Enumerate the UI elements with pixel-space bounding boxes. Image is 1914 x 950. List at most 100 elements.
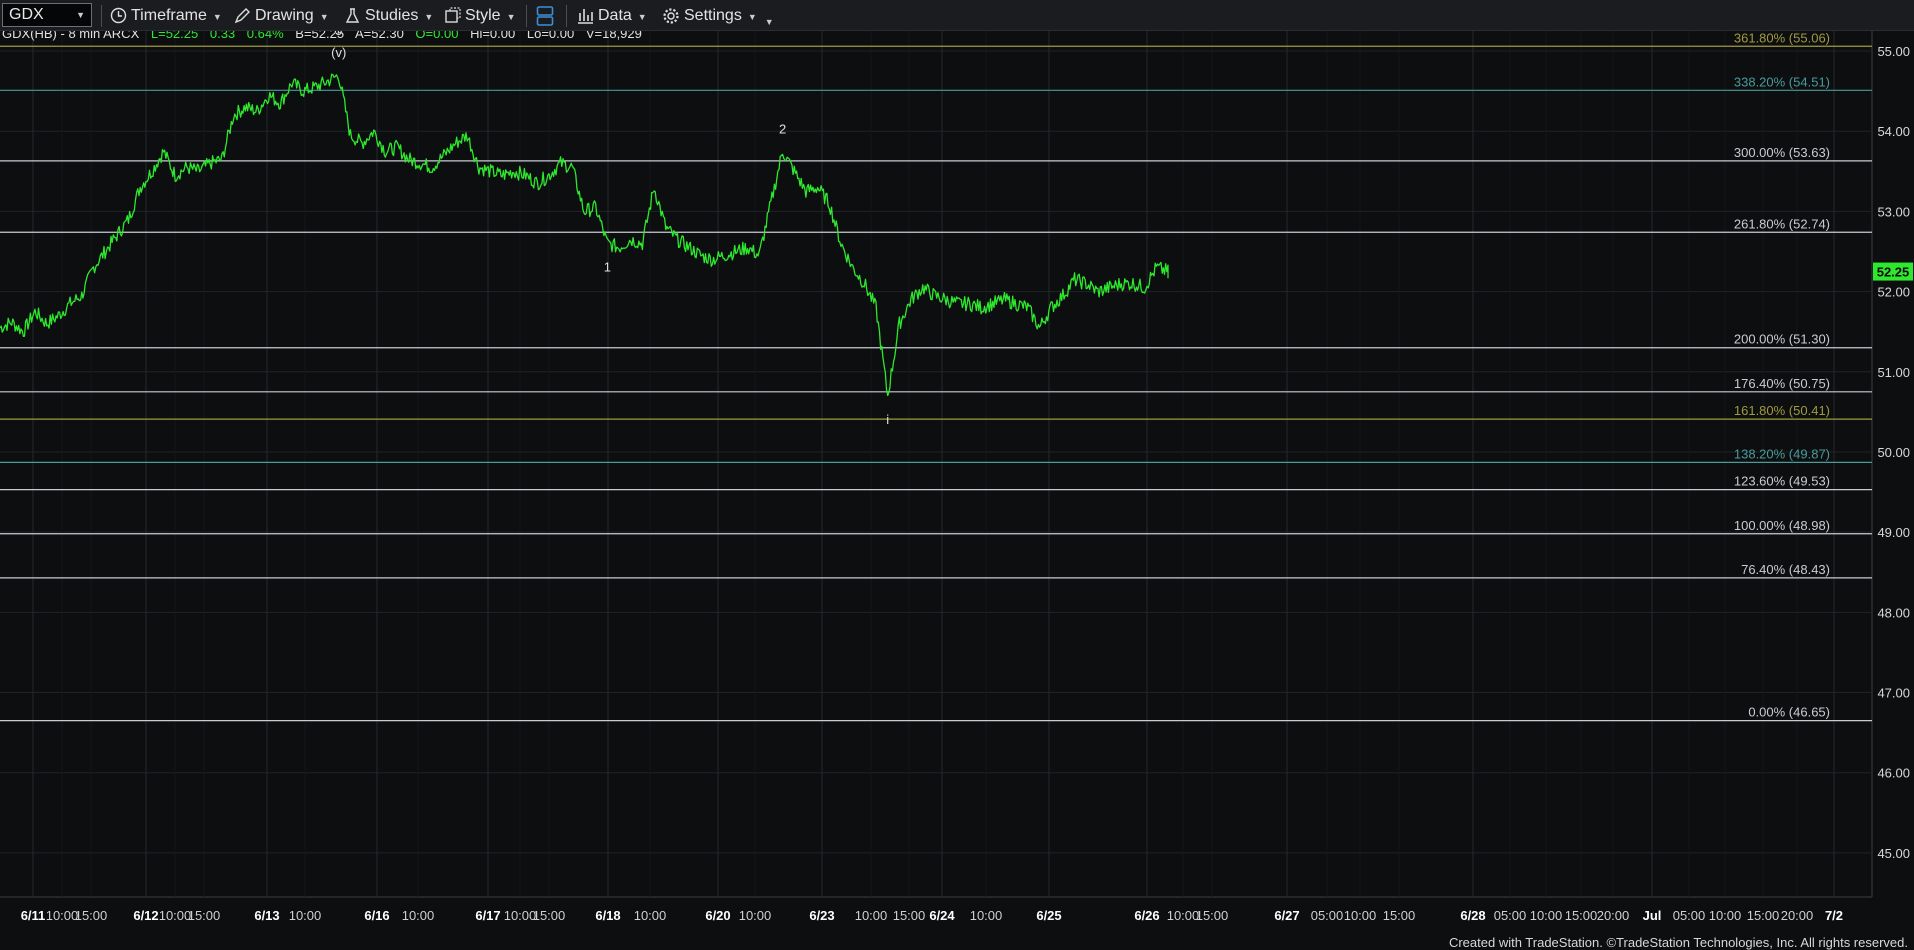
x-tick-label: 15:00 bbox=[75, 908, 108, 923]
flask-icon bbox=[345, 8, 360, 23]
y-tick-label: 46.00 bbox=[1877, 766, 1910, 781]
x-tick-label: 10:00 bbox=[1344, 908, 1377, 923]
x-tick-label: 6/28 bbox=[1460, 908, 1485, 923]
chevron-down-icon: ▼ bbox=[747, 12, 757, 22]
quote-bid: B=52.25 bbox=[295, 31, 344, 41]
x-tick-label: 15:00 bbox=[1565, 908, 1598, 923]
x-tick-label: 6/27 bbox=[1274, 908, 1299, 923]
wave-label: 2 bbox=[779, 121, 786, 136]
y-tick-label: 52.00 bbox=[1877, 285, 1910, 300]
fib-level-label: 338.20% (54.51) bbox=[1734, 74, 1830, 89]
x-tick-label: 6/17 bbox=[475, 908, 500, 923]
fib-level-label: 300.00% (53.63) bbox=[1734, 145, 1830, 160]
quote-ask: A=52.30 bbox=[355, 31, 404, 41]
x-tick-label: 10:00 bbox=[159, 908, 192, 923]
x-tick-label: 7/2 bbox=[1825, 908, 1843, 923]
x-tick-label: 6/13 bbox=[254, 908, 279, 923]
layout-button[interactable] bbox=[536, 0, 558, 31]
style-label: Style bbox=[465, 7, 501, 24]
svg-text:GDX(HB) - 8 min ARCX L=: GDX(HB) - 8 min ARCX L=52.25 0.33 0.64% … bbox=[2, 31, 642, 41]
y-tick-label: 49.00 bbox=[1877, 525, 1910, 540]
quote-volume: V=18,929 bbox=[586, 31, 642, 41]
x-tick-label: 10:00 bbox=[634, 908, 667, 923]
price-chart[interactable]: 361.80% (55.06) 338.20% (54.51) 300.00% (5… bbox=[0, 31, 1914, 950]
quote-lo: Lo=0.00 bbox=[527, 31, 574, 41]
x-tick-label: 15:00 bbox=[1196, 908, 1229, 923]
data-button[interactable]: Data ▼ bbox=[577, 0, 647, 31]
quote-open: O=0.00 bbox=[415, 31, 458, 41]
drawing-label: Drawing bbox=[255, 7, 314, 24]
x-tick-label: Jul bbox=[1643, 908, 1662, 923]
separator bbox=[526, 5, 527, 27]
x-tick-label: 6/16 bbox=[364, 908, 389, 923]
y-tick-label: 53.00 bbox=[1877, 204, 1910, 219]
x-tick-label: 20:00 bbox=[1781, 908, 1814, 923]
x-tick-label: 6/11 bbox=[21, 908, 46, 923]
quote-last: L=52.25 bbox=[151, 31, 198, 41]
chevron-down-icon: ▼ bbox=[764, 17, 774, 27]
x-tick-label: 15:00 bbox=[188, 908, 221, 923]
symbol-text: GDX bbox=[9, 6, 44, 23]
separator bbox=[101, 5, 102, 27]
fib-level-label: 123.60% (49.53) bbox=[1734, 474, 1830, 489]
style-button[interactable]: Style ▼ bbox=[444, 0, 516, 31]
studies-label: Studies bbox=[365, 7, 419, 24]
settings-button[interactable]: Settings ▼ ▼ bbox=[662, 0, 774, 31]
bar-chart-icon bbox=[578, 9, 593, 25]
y-tick-label: 45.00 bbox=[1877, 846, 1910, 861]
chevron-down-icon: ▼ bbox=[76, 10, 85, 20]
fib-level-label: 0.00% (46.65) bbox=[1748, 705, 1830, 720]
x-tick-label: 6/18 bbox=[595, 908, 620, 923]
timeframe-label: Timeframe bbox=[131, 7, 207, 24]
separator bbox=[566, 5, 567, 27]
wave-label: i bbox=[886, 412, 889, 427]
gear-icon bbox=[663, 8, 679, 24]
wave-label: (v) bbox=[331, 45, 346, 60]
fib-level-label: 176.40% (50.75) bbox=[1734, 376, 1830, 391]
x-tick-label: 6/24 bbox=[929, 908, 955, 923]
chevron-down-icon: ▼ bbox=[506, 12, 516, 22]
last-price-label: 52.25 bbox=[1877, 265, 1910, 280]
fib-level-label: 261.80% (52.74) bbox=[1734, 216, 1830, 231]
drawing-button[interactable]: Drawing ▼ bbox=[234, 0, 329, 31]
clock-icon bbox=[110, 8, 127, 24]
x-tick-label: 15:00 bbox=[893, 908, 926, 923]
studies-button[interactable]: Studies ▼ bbox=[344, 0, 433, 31]
fib-level-label: 361.80% (55.06) bbox=[1734, 31, 1830, 45]
settings-label: Settings bbox=[684, 7, 742, 24]
quote-name: GDX(HB) - 8 min ARCX bbox=[2, 31, 140, 41]
x-tick-label: 10:00 bbox=[402, 908, 435, 923]
x-tick-label: 10:00 bbox=[1167, 908, 1200, 923]
y-tick-label: 50.00 bbox=[1877, 445, 1910, 460]
y-tick-label: 55.00 bbox=[1877, 44, 1910, 59]
style-icon bbox=[445, 7, 461, 23]
quote-change: 0.33 bbox=[210, 31, 235, 41]
toolbar: GDX ▼ Timeframe ▼ Drawing ▼ Studies ▼ Style ▼… bbox=[0, 0, 1914, 31]
y-axis: 55.00 54.00 53.00 52.00 51.00 50.00 49.00 48.00… bbox=[1873, 44, 1913, 861]
fib-level-label: 100.00% (48.98) bbox=[1734, 518, 1830, 533]
x-tick-label: 05:00 bbox=[1311, 908, 1344, 923]
timeframe-button[interactable]: Timeframe ▼ bbox=[110, 0, 222, 31]
x-tick-label: 10:00 bbox=[1709, 908, 1742, 923]
x-tick-label: 6/26 bbox=[1134, 908, 1159, 923]
x-tick-label: 10:00 bbox=[289, 908, 322, 923]
y-tick-label: 47.00 bbox=[1877, 686, 1910, 701]
x-tick-label: 05:00 bbox=[1494, 908, 1527, 923]
fib-level-label: 161.80% (50.41) bbox=[1734, 403, 1830, 418]
layout-icon bbox=[536, 5, 554, 26]
data-label: Data bbox=[598, 7, 632, 24]
x-tick-label: 05:00 bbox=[1673, 908, 1706, 923]
fib-level-label: 76.40% (48.43) bbox=[1741, 562, 1830, 577]
x-axis: 6/11 10:0015:00 6/12 10:0015:00 6/13 10:00 6/1… bbox=[21, 908, 1843, 923]
quote-line: GDX(HB) - 8 min ARCX L=52.25 0.33 0.64% … bbox=[2, 31, 642, 41]
y-tick-label: 54.00 bbox=[1877, 124, 1910, 139]
x-tick-label: 6/12 bbox=[133, 908, 158, 923]
x-tick-label: 20:00 bbox=[1597, 908, 1630, 923]
x-tick-label: 15:00 bbox=[1383, 908, 1416, 923]
symbol-selector[interactable]: GDX ▼ bbox=[2, 3, 92, 27]
x-tick-label: 10:00 bbox=[739, 908, 772, 923]
x-tick-label: 10:00 bbox=[1530, 908, 1563, 923]
x-tick-label: 10:00 bbox=[855, 908, 888, 923]
chevron-down-icon: ▼ bbox=[319, 12, 329, 22]
fib-level-label: 200.00% (51.30) bbox=[1734, 332, 1830, 347]
